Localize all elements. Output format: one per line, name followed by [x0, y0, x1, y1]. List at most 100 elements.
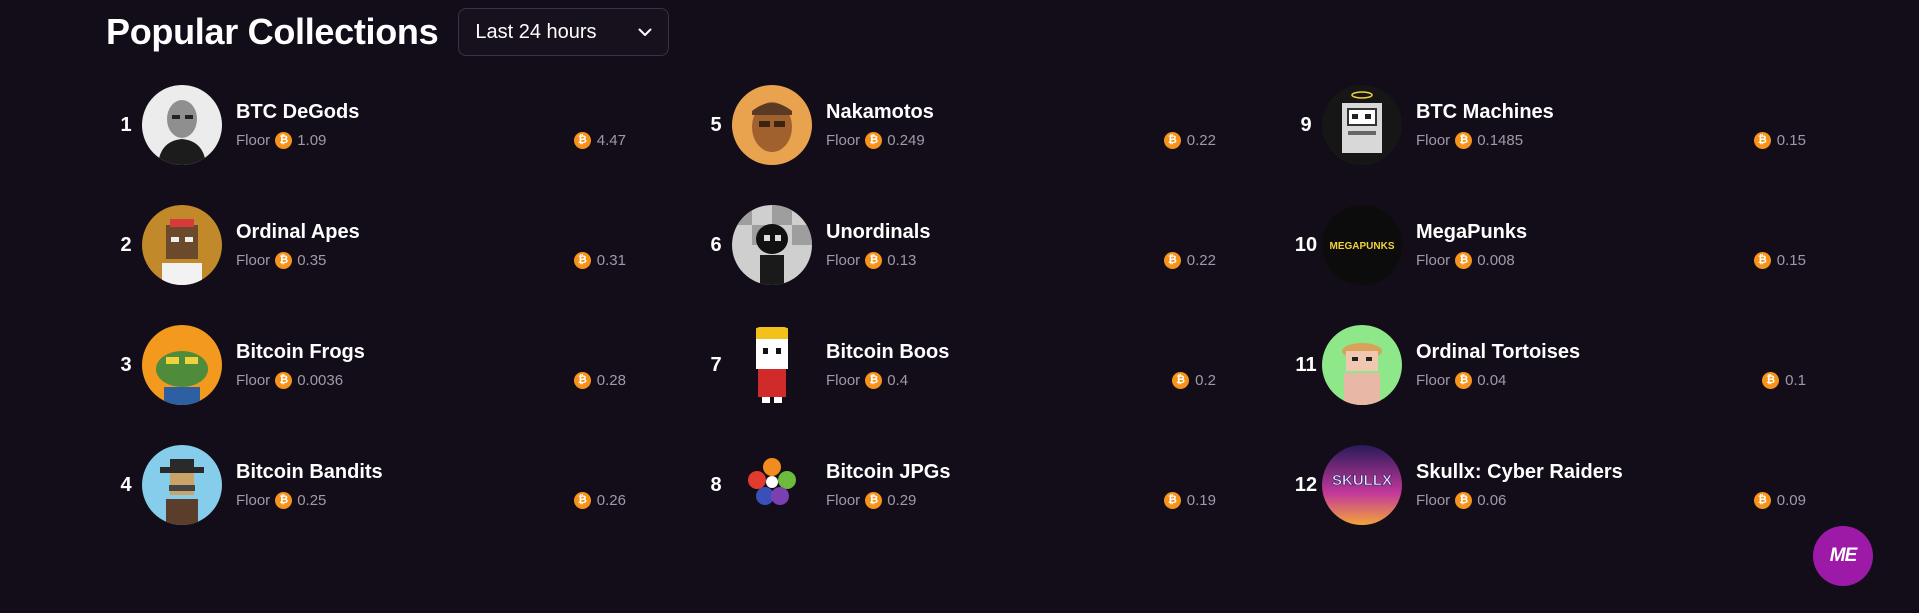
bitcoin-icon: ₿: [1455, 492, 1473, 509]
collection-name[interactable]: Ordinal Apes: [236, 221, 360, 244]
collection-name[interactable]: Nakamotos: [826, 101, 934, 124]
volume-value: 0.2: [1195, 372, 1216, 389]
bitcoin-icon: ₿: [865, 492, 883, 509]
collection-row[interactable]: 9 BTC Machines Floor ₿ 0.1485 ₿ 0.15: [1286, 85, 1806, 205]
magic-eden-button[interactable]: ME: [1813, 526, 1873, 586]
collection-floor: Floor ₿ 0.4: [826, 372, 908, 389]
bitcoin-icon: ₿: [1455, 252, 1473, 269]
collection-row[interactable]: 12 SKULLX Skullx: Cyber Raiders Floor ₿ …: [1286, 445, 1806, 565]
bitcoin-icon: ₿: [275, 492, 293, 509]
floor-label: Floor: [826, 372, 861, 389]
time-range-dropdown[interactable]: Last 24 hours: [458, 8, 670, 56]
magic-eden-logo: ME: [1829, 545, 1857, 566]
collection-name[interactable]: Bitcoin Boos: [826, 341, 949, 364]
collection-volume: ₿ 0.26: [573, 492, 626, 509]
collection-row[interactable]: 10 MEGAPUNKS MegaPunks Floor ₿ 0.008 ₿ 0…: [1286, 205, 1806, 325]
collection-row[interactable]: 11 Ordinal Tortoises Floor ₿ 0.04 ₿ 0.1: [1286, 325, 1806, 445]
collection-avatar: [732, 205, 812, 285]
bitcoin-icon: ₿: [1455, 132, 1473, 149]
floor-label: Floor: [1416, 252, 1451, 269]
floor-label: Floor: [826, 132, 861, 149]
bitcoin-icon: ₿: [1163, 252, 1181, 269]
collection-volume: ₿ 0.19: [1163, 492, 1216, 509]
collection-avatar: [142, 445, 222, 525]
collection-avatar: [732, 325, 812, 405]
floor-label: Floor: [236, 252, 271, 269]
collection-name[interactable]: MegaPunks: [1416, 221, 1527, 244]
collection-volume: ₿ 0.31: [573, 252, 626, 269]
volume-value: 0.15: [1776, 132, 1806, 149]
collection-volume: ₿ 0.15: [1753, 252, 1806, 269]
collection-name[interactable]: Unordinals: [826, 221, 930, 244]
floor-price: 0.29: [887, 492, 917, 509]
volume-value: 0.19: [1186, 492, 1216, 509]
bitcoin-icon: ₿: [275, 252, 293, 269]
collection-row[interactable]: 7 Bitcoin Boos Floor ₿ 0.4 ₿ 0.2: [696, 325, 1216, 445]
collection-avatar: [732, 85, 812, 165]
collection-floor: Floor ₿ 0.13: [826, 252, 916, 269]
floor-label: Floor: [236, 372, 271, 389]
bitcoin-icon: ₿: [573, 132, 591, 149]
floor-label: Floor: [1416, 492, 1451, 509]
chevron-down-icon: [638, 28, 652, 36]
collection-floor: Floor ₿ 0.008: [1416, 252, 1515, 269]
floor-price: 0.06: [1477, 492, 1507, 509]
collection-rank: 8: [710, 474, 722, 496]
collection-avatar: [1322, 325, 1402, 405]
collection-avatar: MEGAPUNKS: [1322, 205, 1402, 285]
collection-row[interactable]: 8 Bitcoin JPGs Floor ₿ 0.29 ₿ 0.19: [696, 445, 1216, 565]
collection-row[interactable]: 6 Unordinals Floor ₿ 0.13 ₿ 0.22: [696, 205, 1216, 325]
collection-floor: Floor ₿ 0.0036: [236, 372, 343, 389]
bitcoin-icon: ₿: [1163, 132, 1181, 149]
collection-rank: 1: [120, 114, 132, 136]
collection-volume: ₿ 0.2: [1172, 372, 1216, 389]
floor-price: 0.008: [1477, 252, 1515, 269]
collection-rank: 6: [710, 234, 722, 256]
collection-avatar: [1322, 85, 1402, 165]
bitcoin-icon: ₿: [573, 492, 591, 509]
collection-floor: Floor ₿ 0.04: [1416, 372, 1506, 389]
collection-name[interactable]: BTC DeGods: [236, 101, 359, 124]
collection-rank: 7: [710, 354, 722, 376]
bitcoin-icon: ₿: [1455, 372, 1473, 389]
collection-avatar: [142, 85, 222, 165]
collection-name[interactable]: Bitcoin JPGs: [826, 461, 950, 484]
collection-rank: 3: [120, 354, 132, 376]
collection-name[interactable]: Bitcoin Frogs: [236, 341, 365, 364]
bitcoin-icon: ₿: [1163, 492, 1181, 509]
volume-value: 0.22: [1186, 132, 1216, 149]
collection-volume: ₿ 0.09: [1753, 492, 1806, 509]
collection-name[interactable]: BTC Machines: [1416, 101, 1554, 124]
collection-volume: ₿ 0.28: [573, 372, 626, 389]
collection-volume: ₿ 0.1: [1762, 372, 1806, 389]
bitcoin-icon: ₿: [573, 372, 591, 389]
collection-avatar: [142, 205, 222, 285]
collection-name[interactable]: Skullx: Cyber Raiders: [1416, 461, 1623, 484]
collection-avatar: [142, 325, 222, 405]
volume-value: 0.26: [596, 492, 626, 509]
collections-column: 9 BTC Machines Floor ₿ 0.1485 ₿ 0.15 10 …: [1286, 85, 1806, 565]
collection-volume: ₿ 4.47: [573, 132, 626, 149]
collection-volume: ₿ 0.22: [1163, 132, 1216, 149]
floor-price: 0.4: [887, 372, 909, 389]
volume-value: 4.47: [596, 132, 626, 149]
collection-row[interactable]: 4 Bitcoin Bandits Floor ₿ 0.25 ₿ 0.26: [106, 445, 626, 565]
collection-floor: Floor ₿ 0.25: [236, 492, 326, 509]
page-title: Popular Collections: [106, 11, 439, 52]
collection-avatar: [732, 445, 812, 525]
collection-row[interactable]: 5 Nakamotos Floor ₿ 0.249 ₿ 0.22: [696, 85, 1216, 205]
collection-row[interactable]: 3 Bitcoin Frogs Floor ₿ 0.0036 ₿ 0.28: [106, 325, 626, 445]
collection-name[interactable]: Bitcoin Bandits: [236, 461, 383, 484]
collection-name[interactable]: Ordinal Tortoises: [1416, 341, 1580, 364]
floor-label: Floor: [236, 492, 271, 509]
collection-rank: 4: [120, 474, 132, 496]
bitcoin-icon: ₿: [1762, 372, 1780, 389]
bitcoin-icon: ₿: [1753, 492, 1771, 509]
collection-row[interactable]: 1 BTC DeGods Floor ₿ 1.09 ₿ 4.47: [106, 85, 626, 205]
floor-label: Floor: [1416, 132, 1451, 149]
volume-value: 0.15: [1776, 252, 1806, 269]
bitcoin-icon: ₿: [275, 372, 293, 389]
collection-row[interactable]: 2 Ordinal Apes Floor ₿ 0.35 ₿ 0.31: [106, 205, 626, 325]
floor-price: 0.35: [297, 252, 327, 269]
floor-price: 0.04: [1477, 372, 1507, 389]
